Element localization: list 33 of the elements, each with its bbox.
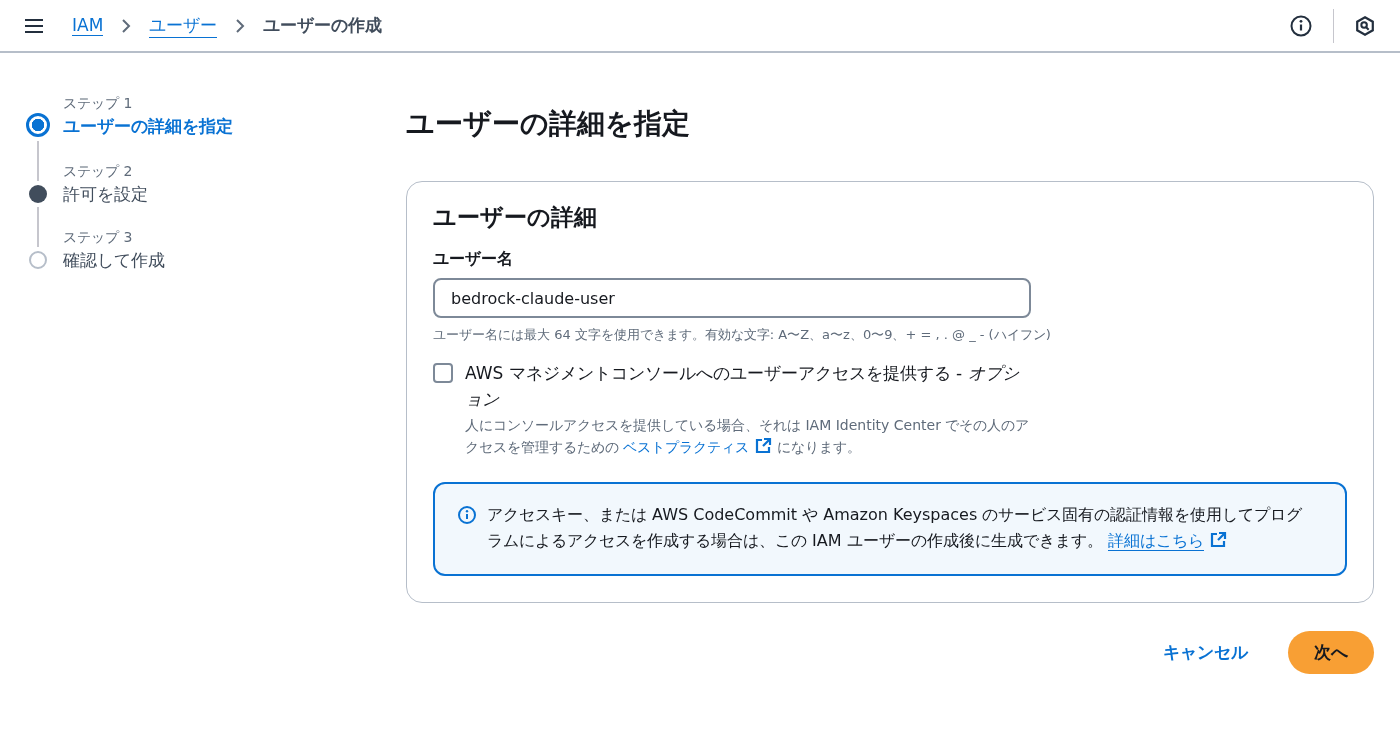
external-link-icon <box>754 437 773 455</box>
external-link[interactable]: ベストプラクティス <box>623 439 773 455</box>
card-title: ユーザーの詳細 <box>433 203 598 232</box>
menu-icon[interactable] <box>24 17 44 34</box>
checkbox-description: 人にコンソールアクセスを提供している場合、それは IAM Identity Center でその人のアクセスを管理するための ベストプラクティス になります。 <box>465 416 1031 457</box>
cancel-button[interactable]: キャンセル <box>1153 633 1258 672</box>
step-title[interactable]: ユーザーの詳細を指定 <box>63 113 233 139</box>
step-indicator <box>29 251 47 269</box>
breadcrumb-current: ユーザーの作成 <box>263 14 383 37</box>
chevron-icon <box>235 17 246 34</box>
breadcrumb-link[interactable]: IAM <box>72 15 104 36</box>
chevron-icon <box>121 17 132 34</box>
step-indicator <box>26 113 50 137</box>
step-caption: ステップ 2 <box>63 162 134 181</box>
checkbox-label[interactable]: AWS マネジメントコンソールへのユーザーアクセスを提供する - オプション <box>465 360 1035 412</box>
step-caption: ステップ 1 <box>63 94 134 113</box>
step-title: 確認して作成 <box>63 249 165 272</box>
page-title: ユーザーの詳細を指定 <box>406 106 691 142</box>
step-indicator <box>29 185 47 203</box>
external-link-icon <box>1208 531 1227 549</box>
breadcrumb-link[interactable]: ユーザー <box>149 13 218 38</box>
info-text: アクセスキー、または AWS CodeCommit や Amazon Keyspaces のサービス固有の認証情報を使用してプログラムによるアクセスを作成する場合は、この IAM ユーザーの作成後に生成できます。 詳細はこちら <box>487 504 1304 553</box>
checkbox[interactable] <box>433 363 453 383</box>
info-icon <box>457 505 477 525</box>
learn-more-link[interactable]: 詳細はこちら <box>1107 531 1204 551</box>
step-caption: ステップ 3 <box>63 228 134 247</box>
info-icon[interactable] <box>1289 13 1313 38</box>
step-title: 許可を設定 <box>63 183 148 206</box>
next-button[interactable]: 次へ <box>1288 631 1374 674</box>
hexagon-icon[interactable] <box>1354 14 1376 37</box>
username-field[interactable]: bedrock-claude-user <box>433 278 1031 318</box>
field-hint: ユーザー名には最大 64 文字を使用できます。有効な文字: A〜Z、a〜z、0〜9、+ = , . @ _ - (ハイフン) <box>433 326 1052 344</box>
field-label: ユーザー名 <box>433 249 514 270</box>
